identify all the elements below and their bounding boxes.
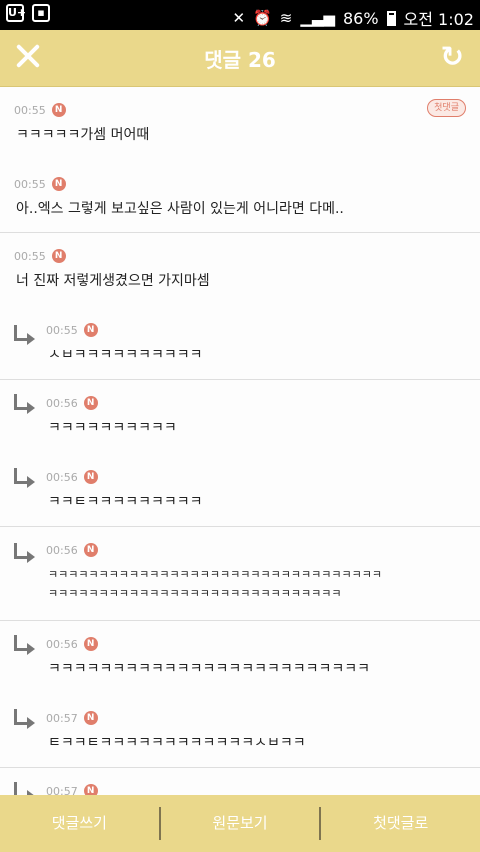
reply-item: 00:57 N — [0, 768, 480, 795]
comment-time: 00:56 — [46, 396, 78, 410]
comment-item: 00:55 N 아..엑스 그렇게 보고싶은 사람이 있는게 어니라면 다메.. — [0, 161, 480, 231]
new-badge: N — [51, 177, 66, 191]
reply-item: 00:56 N ㅋㅋㅋㅋㅋㅋㅋㅋㅋㅋㅋㅋㅋㅋㅋㅋㅋㅋㅋㅋㅋㅋㅋㅋㅋㅋㅋㅋㅋㅋㅋㅋ… — [0, 527, 480, 620]
reply-arrow-icon — [12, 325, 36, 349]
reply-arrow-icon — [12, 635, 36, 659]
comment-text: ㅋㅋㅋㅋㅋㅋㅋㅋㅋㅋ — [48, 420, 177, 436]
first-comment-badge: 첫댓글 — [427, 99, 466, 117]
reply-item: 00:55 N ㅅㅂㅋㅋㅋㅋㅋㅋㅋㅋㅋㅋ — [0, 303, 480, 378]
comment-text: ㅌㅋㅋㅌㅋㅋㅋㅋㅋㅋㅋㅋㅋㅋㅋㅋㅅㅂㅋㅋ — [48, 735, 306, 751]
comment-text: 너 진짜 저렇게생겼으면 가지마셈 — [16, 273, 210, 289]
status-bar: U+ ▪ ✕ ⏰ ≋ ▁▃▅ 86% 오전 1:02 — [0, 0, 480, 30]
signal-icon: ▁▃▅ — [300, 9, 335, 27]
reply-item: 00:56 N ㅋㅋㅋㅋㅋㅋㅋㅋㅋㅋ — [0, 380, 480, 452]
clock: 오전 1:02 — [403, 10, 474, 29]
image-icon: ▪ — [32, 4, 50, 22]
reply-arrow-icon — [12, 543, 36, 567]
comment-time: 00:55 — [46, 323, 78, 337]
mute-icon: ✕ — [232, 9, 246, 27]
reply-item: 00:56 N ㅋㅋㅋㅋㅋㅋㅋㅋㅋㅋㅋㅋㅋㅋㅋㅋㅋㅋㅋㅋㅋㅋㅋㅋㅋ — [0, 621, 480, 693]
comment-time: 00:55 — [14, 103, 46, 117]
bottom-bar: 댓글쓰기 원문보기 첫댓글로 — [0, 795, 480, 852]
comment-time: 00:56 — [46, 637, 78, 651]
new-badge: N — [51, 103, 66, 117]
view-original-button[interactable]: 원문보기 — [161, 795, 320, 852]
first-comment-button[interactable]: 첫댓글로 — [321, 795, 480, 852]
wifi-icon: ≋ — [279, 9, 293, 27]
new-badge: N — [51, 249, 66, 263]
reply-arrow-icon — [12, 709, 36, 733]
comment-text: ㅅㅂㅋㅋㅋㅋㅋㅋㅋㅋㅋㅋ — [48, 347, 203, 363]
new-badge: N — [83, 323, 98, 337]
comment-text: ㅋㅋㅋㅋㅋㅋㅋㅋㅋㅋㅋㅋㅋㅋㅋㅋㅋㅋㅋㅋㅋㅋㅋㅋㅋ — [48, 661, 370, 677]
write-comment-button[interactable]: 댓글쓰기 — [0, 795, 159, 852]
comment-text: ㅋㅋㅋㅋㅋㅋㅋㅋㅋㅋㅋㅋㅋㅋㅋㅋㅋㅋㅋㅋㅋㅋㅋㅋㅋㅋㅋㅋㅋㅋㅋㅋㅋ ㅋㅋㅋㅋㅋㅋ… — [48, 568, 382, 600]
alarm-icon: ⏰ — [253, 9, 272, 27]
comment-item: 00:55 N 첫댓글 ㅋㅋㅋㅋㅋ가셈 머어때 — [0, 87, 480, 161]
reply-arrow-icon — [12, 782, 36, 795]
comment-list[interactable]: 00:55 N 첫댓글 ㅋㅋㅋㅋㅋ가셈 머어때 00:55 N 아..엑스 그렇… — [0, 87, 480, 795]
comment-time: 00:57 — [46, 711, 78, 725]
battery-percent: 86% — [342, 8, 379, 28]
comment-time: 00:57 — [46, 784, 78, 796]
comment-text: 아..엑스 그렇게 보고싶은 사람이 있는게 어니라면 다메.. — [16, 201, 344, 217]
reply-item: 00:56 N ㅋㅋㅌㅋㅋㅋㅋㅋㅋㅋㅋㅋ — [0, 452, 480, 525]
comment-text: ㅋㅋㅌㅋㅋㅋㅋㅋㅋㅋㅋㅋ — [48, 494, 203, 510]
comment-time: 00:55 — [14, 177, 46, 191]
comment-text: ㅋㅋㅋㅋㅋ가셈 머어때 — [16, 127, 150, 143]
reply-arrow-icon — [12, 468, 36, 492]
carrier-icon: U+ — [6, 4, 26, 22]
new-badge: N — [83, 637, 98, 651]
new-badge: N — [83, 784, 98, 795]
comment-time: 00:55 — [14, 249, 46, 263]
comment-time: 00:56 — [46, 543, 78, 557]
new-badge: N — [83, 711, 98, 725]
new-badge: N — [83, 396, 98, 410]
battery-icon — [386, 10, 396, 26]
comment-item: 00:55 N 너 진짜 저렇게생겼으면 가지마셈 — [0, 233, 480, 303]
refresh-icon[interactable]: ↻ — [441, 42, 464, 72]
new-badge: N — [83, 543, 98, 557]
new-badge: N — [83, 470, 98, 484]
header: 댓글 26 ↻ — [0, 30, 480, 87]
reply-arrow-icon — [12, 394, 36, 418]
comment-time: 00:56 — [46, 470, 78, 484]
page-title: 댓글 26 — [204, 48, 276, 72]
reply-item: 00:57 N ㅌㅋㅋㅌㅋㅋㅋㅋㅋㅋㅋㅋㅋㅋㅋㅋㅅㅂㅋㅋ — [0, 693, 480, 767]
